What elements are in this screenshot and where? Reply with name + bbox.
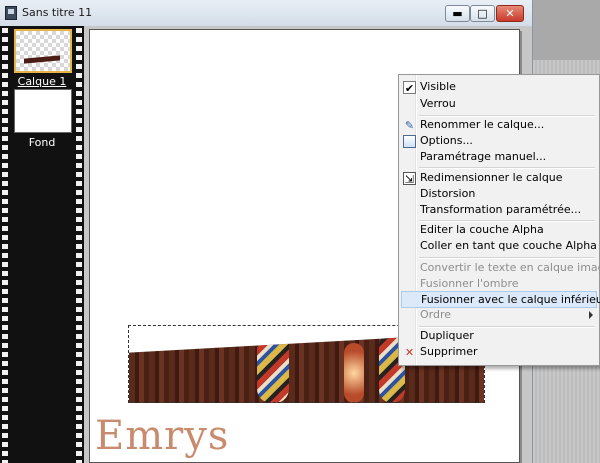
- menu-item-delete[interactable]: ✕ Supprimer: [401, 344, 597, 361]
- menu-item-options[interactable]: Options...: [401, 133, 597, 150]
- layers-palette: Calque 1 Fond: [0, 26, 84, 463]
- menu-item-distortion[interactable]: Distorsion: [401, 186, 597, 203]
- close-button[interactable]: ✕: [496, 5, 524, 22]
- layer-thumbnail-content: [24, 55, 60, 64]
- menu-item-merge-down[interactable]: Fusionner avec le calque inférieur: [401, 291, 600, 308]
- menu-item-verrou[interactable]: Verrou: [401, 96, 597, 113]
- options-icon: [403, 135, 416, 148]
- menu-item-rename[interactable]: ✎ Renommer le calque...: [401, 117, 597, 134]
- menu-item-order[interactable]: Ordre: [401, 307, 597, 324]
- pencil-icon: ✎: [404, 119, 415, 132]
- layer-thumbnail-fond[interactable]: [14, 89, 72, 133]
- menu-item-edit-alpha[interactable]: Editer la couche Alpha: [401, 222, 597, 239]
- film-perforation-right: [76, 28, 82, 463]
- application-background-top: [533, 0, 600, 60]
- check-icon: ✔: [403, 81, 416, 95]
- menu-item-paste-as-alpha[interactable]: Coller en tant que couche Alpha: [401, 238, 597, 255]
- layer-name-calque-1[interactable]: Calque 1: [0, 75, 84, 88]
- menu-item-convert-text: Convertir le texte en calque image: [420, 261, 600, 274]
- layer-thumbnail-calque-1[interactable]: [14, 29, 72, 73]
- minimize-button[interactable]: ▬: [445, 5, 470, 22]
- menu-separator: [419, 167, 595, 169]
- film-perforation-left: [2, 28, 8, 463]
- menu-item-manual-settings[interactable]: Paramétrage manuel...: [401, 149, 597, 166]
- menu-item-parametric-transform[interactable]: Transformation paramétrée...: [401, 202, 597, 219]
- layer-name-fond[interactable]: Fond: [0, 136, 84, 149]
- maximize-button[interactable]: □: [470, 5, 495, 22]
- submenu-arrow-icon: [589, 311, 593, 319]
- document-icon: [5, 6, 17, 20]
- menu-item-resize-layer[interactable]: ⇲ Redimensionner le calque: [401, 170, 597, 187]
- window-title: Sans titre 11: [22, 6, 93, 19]
- delete-x-icon: ✕: [404, 346, 415, 359]
- menu-separator: [419, 257, 595, 259]
- resize-icon: ⇲: [403, 172, 416, 186]
- layer-context-menu: ✔ Visible Verrou ✎ Renommer le calque...…: [398, 74, 600, 366]
- menu-item-duplicate[interactable]: Dupliquer: [401, 328, 597, 345]
- title-bar[interactable]: Sans titre 11 ▬ □ ✕: [0, 0, 532, 26]
- menu-item-visible[interactable]: ✔ Visible: [401, 79, 597, 96]
- watermark-text: Emrys: [95, 413, 230, 459]
